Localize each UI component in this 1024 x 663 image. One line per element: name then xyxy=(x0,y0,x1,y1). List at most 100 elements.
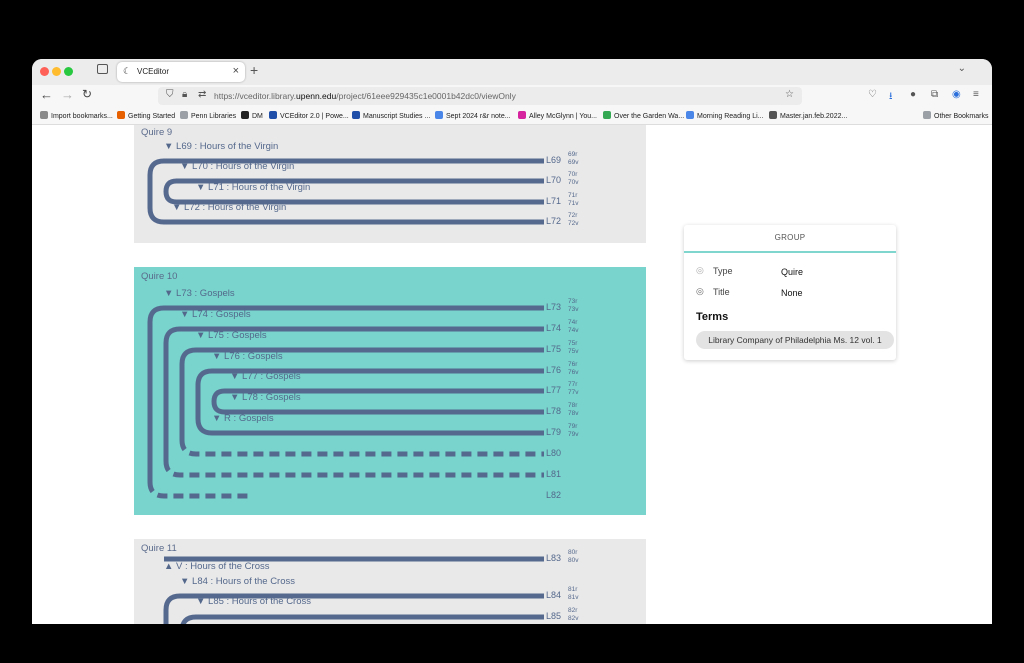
folio-recto: 73r xyxy=(568,298,578,305)
panel-heading: GROUP xyxy=(684,225,896,253)
bookmark-item[interactable]: Getting Started xyxy=(117,111,175,120)
type-label: Type xyxy=(713,266,733,276)
menu-icon[interactable]: ≡ xyxy=(973,89,979,100)
leaf-label[interactable]: ▼ L73 : Gospels xyxy=(164,288,235,299)
navigation-bar: ← → ↻ ⛉ 🔒︎ ⇄ https://vceditor.library.up… xyxy=(32,85,992,107)
lock-icon[interactable]: 🔒︎ xyxy=(182,89,187,100)
bookmark-item[interactable]: Sept 2024 r&r note... xyxy=(435,111,511,120)
permissions-icon[interactable]: ⇄ xyxy=(198,89,206,100)
bookmark-item[interactable]: Import bookmarks... xyxy=(40,111,113,120)
bookmark-item[interactable]: Over the Garden Wa... xyxy=(603,111,684,120)
folio-recto: 81r xyxy=(568,586,578,593)
leaf-id[interactable]: L71 xyxy=(546,196,561,206)
close-window-button[interactable] xyxy=(40,67,49,76)
minimize-window-button[interactable] xyxy=(52,67,61,76)
leaf-label[interactable]: ▼ L71 : Hours of the Virgin xyxy=(196,182,310,193)
shield-icon[interactable]: ⛉ xyxy=(166,89,174,100)
term-chip[interactable]: Library Company of Philadelphia Ms. 12 v… xyxy=(696,331,894,349)
forward-button[interactable]: → xyxy=(61,87,74,102)
folio-recto: 72r xyxy=(568,212,578,219)
leaf-label[interactable]: ▼ L78 : Gospels xyxy=(230,392,301,403)
bookmark-item[interactable]: Penn Libraries xyxy=(180,111,236,120)
leaf-id[interactable]: L69 xyxy=(546,155,561,165)
bookmark-favicon-icon xyxy=(117,111,125,119)
back-button[interactable]: ← xyxy=(40,87,53,102)
bookmark-star-icon[interactable]: ☆ xyxy=(785,89,794,100)
vceditor-favicon-icon: ☾ xyxy=(123,66,132,76)
bookmark-item[interactable]: Morning Reading Li... xyxy=(686,111,764,120)
leaf-id[interactable]: L79 xyxy=(546,427,561,437)
leaf-id[interactable]: L83 xyxy=(546,553,561,563)
leaf-id[interactable]: L74 xyxy=(546,323,561,333)
leaf-id[interactable]: L78 xyxy=(546,406,561,416)
quire-title: Quire 9 xyxy=(141,127,173,138)
extensions-puzzle-icon[interactable]: ⧉ xyxy=(931,89,938,100)
page-content: Quire 9 L69 69r 69v L70 70r 70v L71 71r 71v L72 72r… xyxy=(32,125,992,624)
bookmark-label: Manuscript Studies ... xyxy=(363,113,431,120)
bookmark-label: Alley McGlynn | You... xyxy=(529,113,597,120)
leaf-label[interactable]: ▼ L70 : Hours of the Virgin xyxy=(180,161,294,172)
bookmark-favicon-icon xyxy=(241,111,249,119)
leaf-label[interactable]: ▼ L74 : Gospels xyxy=(180,309,251,320)
bookmark-label: Penn Libraries xyxy=(191,113,237,120)
bookmark-label: Master.jan.feb.2022... xyxy=(780,113,848,120)
eye-slash-icon[interactable]: ◎ xyxy=(696,286,704,297)
leaf-id[interactable]: L85 xyxy=(546,611,561,621)
folio-verso: 72v xyxy=(568,220,579,227)
tab-vceditor[interactable]: ☾ VCEditor × xyxy=(117,62,245,82)
leaf-id[interactable]: L73 xyxy=(546,302,561,312)
bookmark-item[interactable]: DM xyxy=(241,111,263,120)
leaf-id[interactable]: L70 xyxy=(546,175,561,185)
extension-icon[interactable]: ● xyxy=(910,89,916,100)
pocket-icon[interactable]: ♡ xyxy=(868,89,877,100)
bookmark-item[interactable]: VCEditor 2.0 | Powe... xyxy=(269,111,349,120)
leaf-id[interactable]: L84 xyxy=(546,590,561,600)
close-tab-icon[interactable]: × xyxy=(233,65,239,77)
leaf-label[interactable]: ▼ L77 : Gospels xyxy=(230,371,301,382)
bookmark-item[interactable]: Other Bookmarks xyxy=(923,111,988,120)
bookmark-label: Other Bookmarks xyxy=(934,113,989,120)
reload-button[interactable]: ↻ xyxy=(82,87,92,101)
bookmark-item[interactable]: Alley McGlynn | You... xyxy=(518,111,597,120)
leaf-label[interactable]: ▼ R : Gospels xyxy=(212,413,274,424)
account-icon[interactable]: ◉ xyxy=(952,89,961,100)
leaf-label[interactable]: ▼ L69 : Hours of the Virgin xyxy=(164,141,278,152)
leaf-id[interactable]: L77 xyxy=(546,385,561,395)
address-bar[interactable]: ⛉ 🔒︎ ⇄ https://vceditor.library.upenn.ed… xyxy=(158,87,802,105)
folio-recto: 75r xyxy=(568,340,578,347)
folio-recto: 77r xyxy=(568,381,578,388)
leaf-label[interactable]: ▼ L72 : Hours of the Virgin xyxy=(172,202,286,213)
bookmark-favicon-icon xyxy=(686,111,694,119)
folio-verso: 73v xyxy=(568,306,579,313)
downloads-icon[interactable]: ⭳ xyxy=(889,89,893,106)
bookmark-favicon-icon xyxy=(435,111,443,119)
new-tab-button[interactable]: + xyxy=(250,62,258,78)
bookmark-favicon-icon xyxy=(769,111,777,119)
bookmark-item[interactable]: Master.jan.feb.2022... xyxy=(769,111,847,120)
bookmark-label: VCEditor 2.0 | Powe... xyxy=(280,113,349,120)
eye-slash-icon[interactable]: ◎ xyxy=(696,265,704,276)
zoom-window-button[interactable] xyxy=(64,67,73,76)
leaf-id[interactable]: L75 xyxy=(546,344,561,354)
url-text[interactable]: https://vceditor.library.upenn.edu/proje… xyxy=(214,91,516,101)
list-all-tabs-chevron-icon[interactable]: ⌄ xyxy=(958,63,966,74)
bookmark-item[interactable]: Manuscript Studies ... xyxy=(352,111,430,120)
leaf-id[interactable]: L81 xyxy=(546,469,561,479)
leaf-label[interactable]: ▼ L76 : Gospels xyxy=(212,351,283,362)
leaf-label[interactable]: ▼ L75 : Gospels xyxy=(196,330,267,341)
folio-verso: 81v xyxy=(568,594,579,601)
tab-overview-icon[interactable] xyxy=(97,64,108,74)
leaf-label[interactable]: ▼ L84 : Hours of the Cross xyxy=(180,576,295,587)
bookmark-label: Import bookmarks... xyxy=(51,113,113,120)
leaf-id[interactable]: L82 xyxy=(546,490,561,500)
leaf-label[interactable]: ▲ V : Hours of the Cross xyxy=(164,561,270,572)
leaf-id[interactable]: L72 xyxy=(546,216,561,226)
folio-recto: 79r xyxy=(568,423,578,430)
quire-title: Quire 10 xyxy=(141,271,178,282)
leaf-label[interactable]: ▼ L85 : Hours of the Cross xyxy=(196,596,311,607)
leaf-id[interactable]: L80 xyxy=(546,448,561,458)
leaf-id[interactable]: L76 xyxy=(546,365,561,375)
bookmark-label: Morning Reading Li... xyxy=(697,113,764,120)
folio-verso: 75v xyxy=(568,348,579,355)
folio-verso: 76v xyxy=(568,369,579,376)
